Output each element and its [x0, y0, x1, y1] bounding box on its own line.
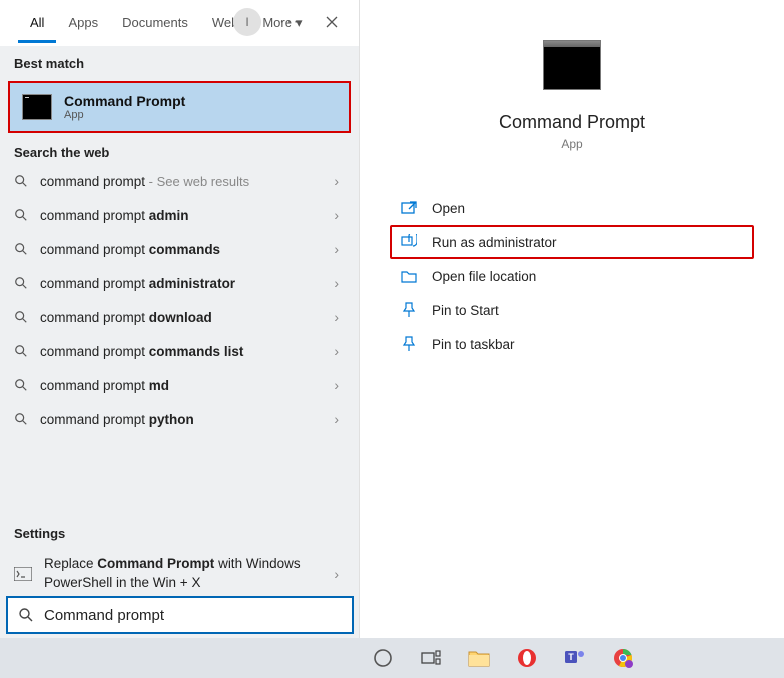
- search-icon: [14, 242, 28, 256]
- settings-item-text: Replace Command Prompt with Windows Powe…: [44, 555, 322, 591]
- web-result-row[interactable]: command prompt admin ›: [0, 198, 359, 232]
- chevron-right-icon: ›: [334, 377, 339, 393]
- action-open-file-location[interactable]: Open file location: [390, 259, 754, 293]
- best-match-result[interactable]: Command Prompt App: [8, 81, 351, 133]
- search-icon: [14, 174, 28, 188]
- open-icon: [400, 199, 418, 217]
- search-input[interactable]: [44, 607, 342, 624]
- search-icon: [14, 378, 28, 392]
- action-label: Run as administrator: [432, 235, 557, 250]
- web-result-text: command prompt administrator: [40, 276, 322, 291]
- section-settings: Settings: [0, 516, 359, 545]
- chevron-right-icon: ›: [334, 207, 339, 223]
- action-label: Pin to taskbar: [432, 337, 515, 352]
- chevron-right-icon: ›: [334, 566, 339, 582]
- section-search-web: Search the web: [0, 135, 359, 164]
- chevron-right-icon: ›: [334, 173, 339, 189]
- web-result-text: command prompt python: [40, 412, 322, 427]
- folder-icon: [400, 267, 418, 285]
- section-best-match: Best match: [0, 46, 359, 75]
- cortana-icon[interactable]: [370, 645, 396, 671]
- search-icon: [14, 208, 28, 222]
- web-result-row[interactable]: command prompt administrator ›: [0, 266, 359, 300]
- best-match-sub: App: [64, 109, 185, 121]
- action-label: Open file location: [432, 269, 536, 284]
- preview-title: Command Prompt: [499, 112, 645, 133]
- pin-icon: [400, 335, 418, 353]
- web-result-text: command prompt commands: [40, 242, 322, 257]
- command-prompt-icon: [22, 94, 52, 120]
- web-result-text: command prompt commands list: [40, 344, 322, 359]
- action-pin-to-taskbar[interactable]: Pin to taskbar: [390, 327, 754, 361]
- best-match-title: Command Prompt: [64, 93, 185, 109]
- settings-item-icon: [14, 567, 32, 581]
- web-result-row[interactable]: command prompt commands ›: [0, 232, 359, 266]
- search-icon: [14, 276, 28, 290]
- web-result-row[interactable]: command prompt md ›: [0, 368, 359, 402]
- command-prompt-icon: [543, 40, 601, 90]
- chevron-right-icon: ›: [334, 275, 339, 291]
- settings-row[interactable]: Replace Command Prompt with Windows Powe…: [0, 545, 359, 601]
- tab-documents[interactable]: Documents: [110, 3, 200, 43]
- taskbar: T: [0, 638, 784, 678]
- web-result-text: command prompt md: [40, 378, 322, 393]
- chevron-right-icon: ›: [334, 309, 339, 325]
- web-result-text: command prompt admin: [40, 208, 322, 223]
- action-run-as-administrator[interactable]: Run as administrator: [390, 225, 754, 259]
- web-result-row[interactable]: command prompt download ›: [0, 300, 359, 334]
- close-button[interactable]: [319, 9, 345, 35]
- search-box[interactable]: [6, 596, 354, 634]
- teams-icon[interactable]: T: [562, 645, 588, 671]
- chrome-icon[interactable]: [610, 645, 636, 671]
- web-result-row[interactable]: command prompt python ›: [0, 402, 359, 436]
- chevron-right-icon: ›: [334, 343, 339, 359]
- chevron-right-icon: ›: [334, 241, 339, 257]
- web-result-row[interactable]: command prompt commands list ›: [0, 334, 359, 368]
- search-icon: [18, 607, 34, 623]
- preview-sub: App: [561, 137, 582, 151]
- web-result-text: command prompt - See web results: [40, 174, 322, 189]
- search-filter-header: All Apps Documents Web More ▾ I ···: [0, 0, 359, 46]
- action-label: Pin to Start: [432, 303, 499, 318]
- tab-apps[interactable]: Apps: [56, 3, 110, 43]
- action-label: Open: [432, 201, 465, 216]
- svg-text:T: T: [568, 652, 574, 662]
- action-open[interactable]: Open: [390, 191, 754, 225]
- admin-icon: [400, 233, 418, 251]
- web-result-text: command prompt download: [40, 310, 322, 325]
- web-result-row[interactable]: command prompt - See web results ›: [0, 164, 359, 198]
- file-explorer-icon[interactable]: [466, 645, 492, 671]
- tab-all[interactable]: All: [18, 3, 56, 43]
- search-icon: [14, 310, 28, 324]
- result-preview: Command Prompt App: [360, 0, 784, 151]
- opera-icon[interactable]: [514, 645, 540, 671]
- pin-icon: [400, 301, 418, 319]
- action-pin-to-start[interactable]: Pin to Start: [390, 293, 754, 327]
- more-options-icon[interactable]: ···: [279, 13, 301, 31]
- chevron-right-icon: ›: [334, 411, 339, 427]
- task-view-icon[interactable]: [418, 645, 444, 671]
- search-icon: [14, 344, 28, 358]
- avatar[interactable]: I: [233, 8, 261, 36]
- search-icon: [14, 412, 28, 426]
